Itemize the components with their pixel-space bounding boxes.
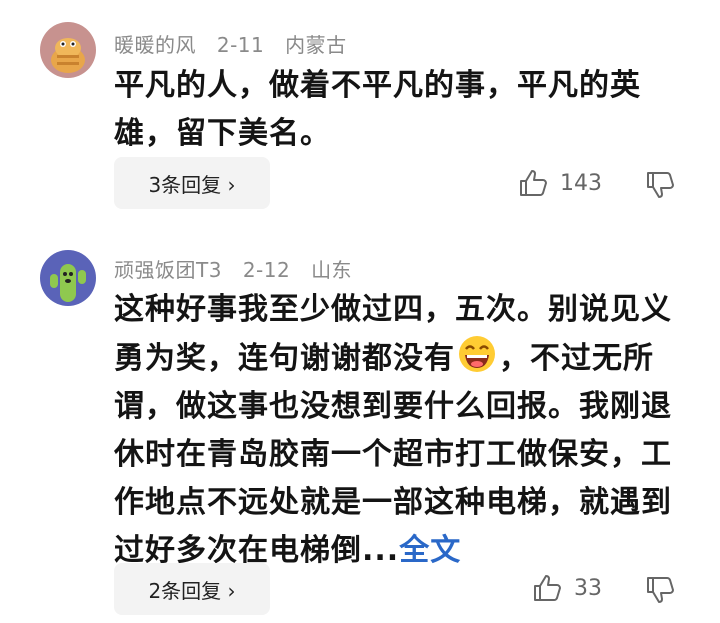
like-count: 143: [560, 170, 602, 196]
comment-location: 山东: [311, 258, 353, 282]
comment-meta: 暖暖的风 2-11 内蒙古: [114, 29, 361, 58]
expand-full-text-link[interactable]: 全文: [399, 533, 461, 568]
thumbs-up-icon: [534, 575, 561, 601]
replies-button[interactable]: 2条回复 ›: [114, 563, 270, 615]
laughing-emoji-icon: [459, 336, 495, 372]
comment-date: 2-11: [216, 33, 265, 57]
like-button[interactable]: 33: [532, 573, 602, 603]
thumbs-down-icon: [647, 172, 674, 198]
username[interactable]: 顽强饭团T3: [114, 258, 222, 282]
comment-meta: 顽强饭团T3 2-12 山东: [114, 254, 366, 283]
replies-button[interactable]: 3条回复 ›: [114, 157, 270, 209]
dislike-button[interactable]: [645, 575, 675, 609]
dislike-button[interactable]: [645, 170, 675, 204]
comment-date: 2-12: [242, 258, 291, 282]
like-count: 33: [574, 575, 602, 601]
like-button[interactable]: 143: [518, 168, 602, 198]
avatar-image: [40, 22, 96, 78]
avatar[interactable]: [40, 22, 96, 78]
avatar[interactable]: [40, 250, 96, 306]
comment-location: 内蒙古: [285, 33, 347, 57]
thumbs-down-icon: [647, 577, 674, 603]
username[interactable]: 暖暖的风: [114, 33, 196, 57]
thumbs-up-icon: [520, 170, 547, 196]
avatar-image: [40, 250, 96, 306]
comment-text: 这种好事我至少做过四，五次。别说见义勇为奖，连句谢谢都没有 ，不过无所谓，做这事…: [114, 286, 689, 575]
comment-text: 平凡的人，做着不平凡的事，平凡的英雄，留下美名。: [114, 68, 641, 151]
